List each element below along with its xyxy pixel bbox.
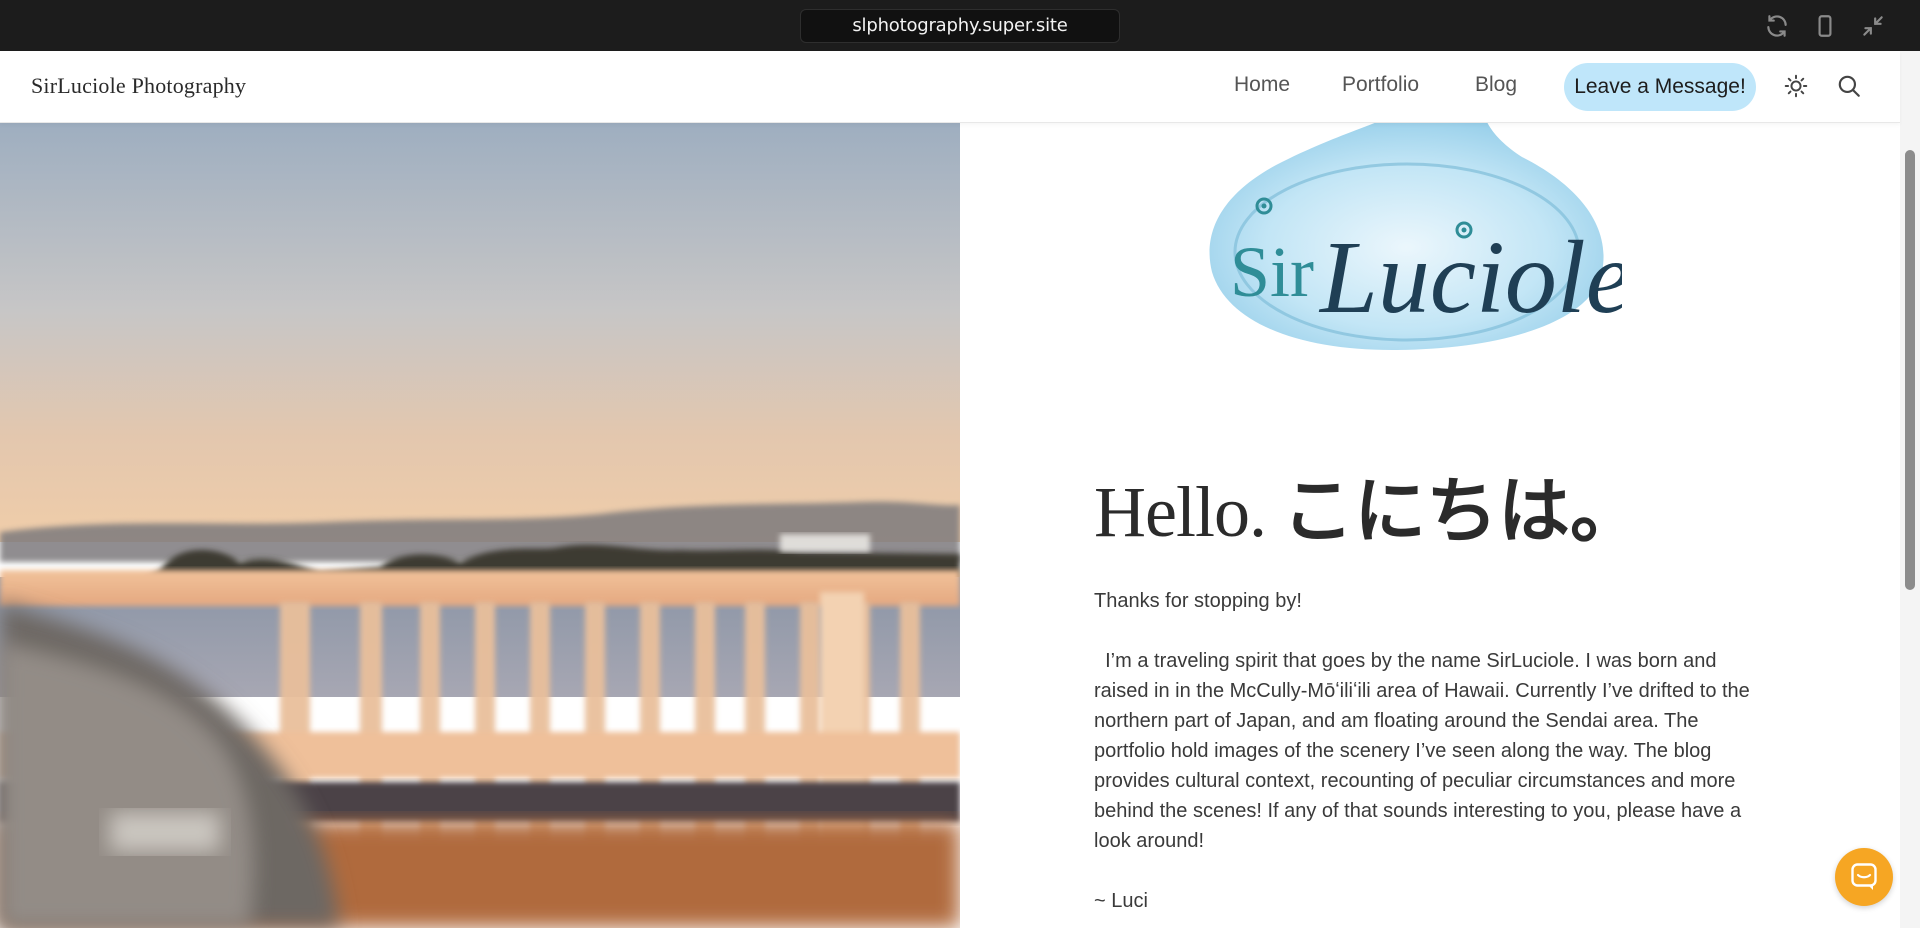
scrollbar-thumb[interactable]	[1905, 150, 1915, 590]
intro-text: Thanks for stopping by!	[1094, 590, 1302, 612]
nav-blog[interactable]: Blog	[1475, 73, 1517, 97]
intro-section: Sir Luciole Hello. こにちは。 Thanks for stopp…	[960, 122, 1900, 928]
chat-launcher-button[interactable]	[1835, 848, 1893, 906]
nav-portfolio[interactable]: Portfolio	[1342, 73, 1419, 97]
url-bar[interactable]: slphotography.super.site	[800, 9, 1120, 43]
nav-home[interactable]: Home	[1234, 73, 1290, 97]
leave-message-button[interactable]: Leave a Message!	[1564, 63, 1756, 111]
site-brand[interactable]: SirLuciole Photography	[31, 73, 246, 99]
hero-photo	[0, 122, 960, 928]
search-icon[interactable]	[1836, 73, 1862, 99]
mobile-view-icon[interactable]	[1812, 13, 1838, 39]
greeting-heading: Hello. こにちは。	[1094, 452, 1642, 557]
greeting-english: Hello.	[1094, 472, 1267, 552]
refresh-icon[interactable]	[1764, 13, 1790, 39]
signature: ~ Luci	[1094, 890, 1148, 912]
hero-photo-art	[0, 122, 960, 928]
collapse-icon[interactable]	[1860, 13, 1886, 39]
theme-toggle-icon[interactable]	[1783, 73, 1809, 99]
chat-icon	[1851, 863, 1877, 890]
site-header: SirLuciole Photography Home Portfolio Bl…	[0, 51, 1900, 123]
browser-top-bar: slphotography.super.site	[0, 0, 1920, 51]
logo-luciole-text: Luciole	[1318, 220, 1622, 335]
about-paragraph: I’m a traveling spirit that goes by the …	[1094, 650, 1756, 852]
greeting-japanese: こにちは。	[1281, 469, 1642, 553]
sirluciole-logo: Sir Luciole	[1202, 122, 1632, 352]
logo-sir-text: Sir	[1230, 232, 1314, 312]
